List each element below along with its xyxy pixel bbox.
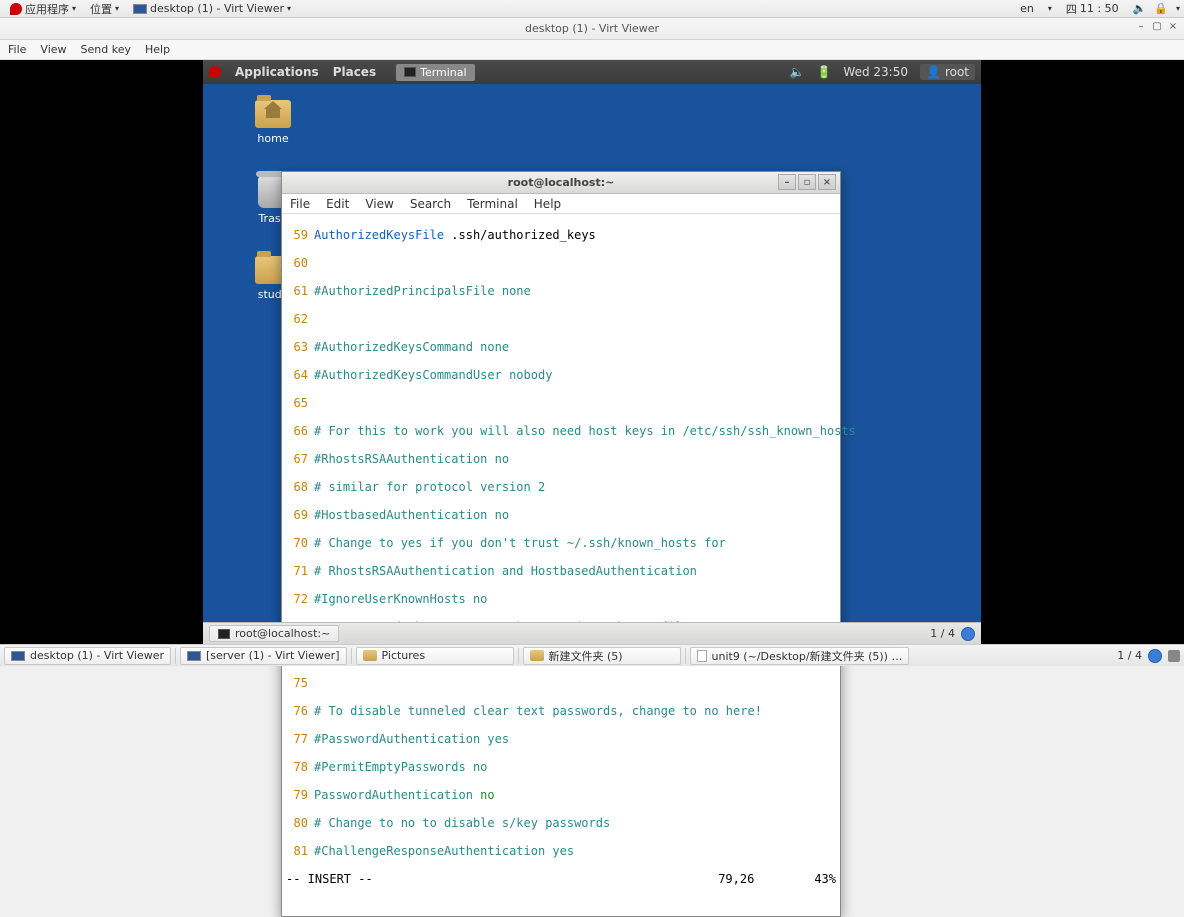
terminal-titlebar[interactable]: root@localhost:~ – ▫ × bbox=[282, 172, 840, 194]
vv-menu-view[interactable]: View bbox=[40, 43, 66, 56]
volume-icon[interactable]: 🔈 bbox=[790, 65, 805, 79]
guest-bottom-panel: root@localhost:~ 1 / 4 bbox=[203, 622, 981, 644]
virt-viewer-titlebar[interactable]: desktop (1) - Virt Viewer – ▢ × bbox=[0, 18, 1184, 40]
tray-icon[interactable] bbox=[1168, 650, 1180, 662]
desktop-icon-label: home bbox=[257, 132, 288, 145]
redhat-icon bbox=[209, 66, 221, 78]
terminal-icon bbox=[404, 67, 416, 77]
host-taskbar-item[interactable]: desktop (1) - Virt Viewer bbox=[4, 647, 171, 665]
window-thumb-icon bbox=[133, 4, 147, 14]
folder-icon bbox=[363, 650, 377, 661]
volume-icon[interactable]: 🔈 bbox=[1133, 2, 1147, 15]
close-button[interactable]: × bbox=[1168, 21, 1178, 31]
guest-desktop[interactable]: Applications Places Terminal 🔈 🔋 Wed 23:… bbox=[203, 60, 981, 644]
term-menu-terminal[interactable]: Terminal bbox=[467, 197, 518, 211]
guest-terminal-tab[interactable]: Terminal bbox=[396, 64, 475, 81]
host-bottom-panel: desktop (1) - Virt Viewer [server (1) - … bbox=[0, 644, 1184, 666]
vv-menu-help[interactable]: Help bbox=[145, 43, 170, 56]
host-taskbar-item[interactable]: unit9 (~/Desktop/新建文件夹 (5)) … bbox=[690, 647, 910, 665]
guest-clock[interactable]: Wed 23:50 bbox=[843, 65, 908, 79]
maximize-button[interactable]: ▫ bbox=[798, 174, 816, 190]
window-thumb-icon bbox=[11, 651, 25, 661]
close-button[interactable]: × bbox=[818, 174, 836, 190]
virt-viewer-window: desktop (1) - Virt Viewer – ▢ × File Vie… bbox=[0, 18, 1184, 644]
document-icon bbox=[697, 650, 707, 662]
host-lang-indicator[interactable]: en bbox=[1014, 2, 1040, 15]
maximize-button[interactable]: ▢ bbox=[1152, 21, 1162, 31]
vim-status-line: -- INSERT -- 79,26 43% bbox=[286, 872, 836, 886]
host-clock[interactable]: 四 11 : 50 bbox=[1060, 1, 1125, 17]
battery-icon[interactable]: 🔋 bbox=[816, 65, 831, 79]
vv-menu-file[interactable]: File bbox=[8, 43, 26, 56]
virt-viewer-title: desktop (1) - Virt Viewer bbox=[525, 22, 659, 35]
workspace-indicator-icon[interactable] bbox=[1148, 649, 1162, 663]
host-taskbar-item[interactable]: [server (1) - Virt Viewer] bbox=[180, 647, 347, 665]
minimize-button[interactable]: – bbox=[1136, 21, 1146, 31]
terminal-menubar: File Edit View Search Terminal Help bbox=[282, 194, 840, 214]
power-icon[interactable]: 🔒 bbox=[1154, 2, 1168, 15]
guest-user-menu[interactable]: 👤 root bbox=[920, 64, 975, 80]
terminal-window[interactable]: root@localhost:~ – ▫ × File Edit View Se… bbox=[281, 171, 841, 917]
folder-icon bbox=[530, 650, 544, 661]
host-taskbar-item[interactable]: 新建文件夹 (5) bbox=[523, 647, 681, 665]
terminal-title: root@localhost:~ bbox=[508, 176, 615, 189]
terminal-body[interactable]: 59AuthorizedKeysFile .ssh/authorized_key… bbox=[282, 214, 840, 916]
workspace-indicator-icon[interactable] bbox=[961, 627, 975, 641]
vim-mode: -- INSERT -- bbox=[286, 872, 373, 886]
guest-top-panel: Applications Places Terminal 🔈 🔋 Wed 23:… bbox=[203, 60, 981, 84]
host-top-panel: 应用程序 ▾ 位置 ▾ desktop (1) - Virt Viewer ▾ … bbox=[0, 0, 1184, 18]
minimize-button[interactable]: – bbox=[778, 174, 796, 190]
term-menu-view[interactable]: View bbox=[365, 197, 393, 211]
vim-scroll-pct: 43% bbox=[814, 872, 836, 886]
guest-places-menu[interactable]: Places bbox=[333, 65, 376, 79]
host-taskbar-item[interactable]: Pictures bbox=[356, 647, 514, 665]
desktop-icon-home[interactable]: home bbox=[243, 100, 303, 145]
window-thumb-icon bbox=[187, 651, 201, 661]
term-menu-edit[interactable]: Edit bbox=[326, 197, 349, 211]
host-pager-label: 1 / 4 bbox=[1117, 649, 1142, 662]
term-menu-file[interactable]: File bbox=[290, 197, 310, 211]
guest-taskbar-item[interactable]: root@localhost:~ bbox=[209, 625, 339, 642]
redhat-icon bbox=[10, 3, 22, 15]
term-menu-help[interactable]: Help bbox=[534, 197, 561, 211]
virt-viewer-content: Applications Places Terminal 🔈 🔋 Wed 23:… bbox=[0, 60, 1184, 644]
host-places-menu[interactable]: 位置 ▾ bbox=[84, 1, 125, 17]
terminal-icon bbox=[218, 629, 230, 639]
vv-menu-sendkey[interactable]: Send key bbox=[81, 43, 131, 56]
vim-cursor-pos: 79,26 bbox=[718, 872, 754, 886]
term-menu-search[interactable]: Search bbox=[410, 197, 451, 211]
host-window-menu[interactable]: desktop (1) - Virt Viewer ▾ bbox=[127, 2, 297, 15]
virt-viewer-menubar: File View Send key Help bbox=[0, 40, 1184, 60]
guest-pager-label: 1 / 4 bbox=[930, 627, 955, 640]
guest-apps-menu[interactable]: Applications bbox=[235, 65, 319, 79]
host-apps-menu[interactable]: 应用程序 ▾ bbox=[4, 1, 82, 17]
